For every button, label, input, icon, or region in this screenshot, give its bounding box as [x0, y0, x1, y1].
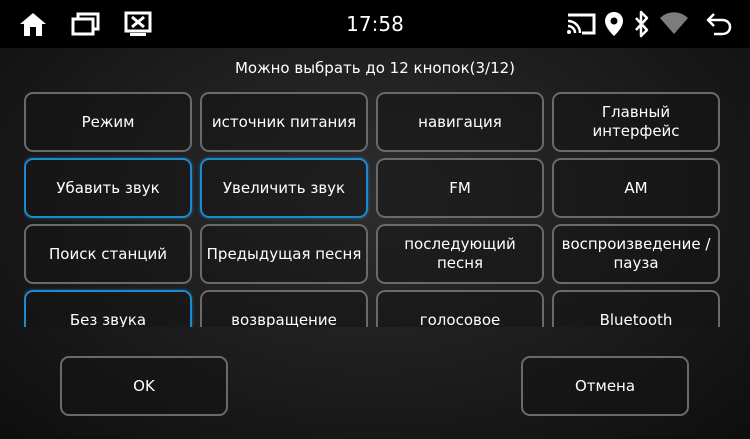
- function-button[interactable]: возвращение: [200, 290, 368, 327]
- function-button[interactable]: Предыдущая песня: [200, 224, 368, 284]
- bluetooth-icon: [635, 10, 649, 38]
- dialog-subtitle: Можно выбрать до 12 кнопок(3/12): [234, 59, 516, 77]
- back-icon[interactable]: [706, 12, 732, 36]
- cast-icon: [567, 13, 596, 35]
- function-button-grid: Режим источник питания навигация Главный ин…: [24, 92, 720, 327]
- function-button[interactable]: Убавить звук: [24, 158, 192, 218]
- button-grid-viewport[interactable]: Режим источник питания навигация Главный ин…: [24, 92, 726, 327]
- function-button[interactable]: Главный интерфейс: [552, 92, 720, 152]
- ok-button[interactable]: OK: [60, 356, 228, 416]
- wifi-icon: [660, 12, 688, 35]
- function-button[interactable]: AM: [552, 158, 720, 218]
- location-pin-icon: [605, 12, 623, 36]
- function-button[interactable]: последующий песня: [376, 224, 544, 284]
- function-button[interactable]: источник питания: [200, 92, 368, 152]
- function-button[interactable]: воспроизведение / пауза: [552, 224, 720, 284]
- function-button[interactable]: Поиск станций: [24, 224, 192, 284]
- function-button[interactable]: Bluetooth: [552, 290, 720, 327]
- cancel-button[interactable]: Отмена: [521, 356, 689, 416]
- function-button[interactable]: Без звука: [24, 290, 192, 327]
- function-button[interactable]: Увеличить звук: [200, 158, 368, 218]
- function-button[interactable]: Режим: [24, 92, 192, 152]
- function-button[interactable]: голосовое: [376, 290, 544, 327]
- function-button[interactable]: навигация: [376, 92, 544, 152]
- function-button[interactable]: FM: [376, 158, 544, 218]
- status-bar: 17:58: [0, 0, 750, 48]
